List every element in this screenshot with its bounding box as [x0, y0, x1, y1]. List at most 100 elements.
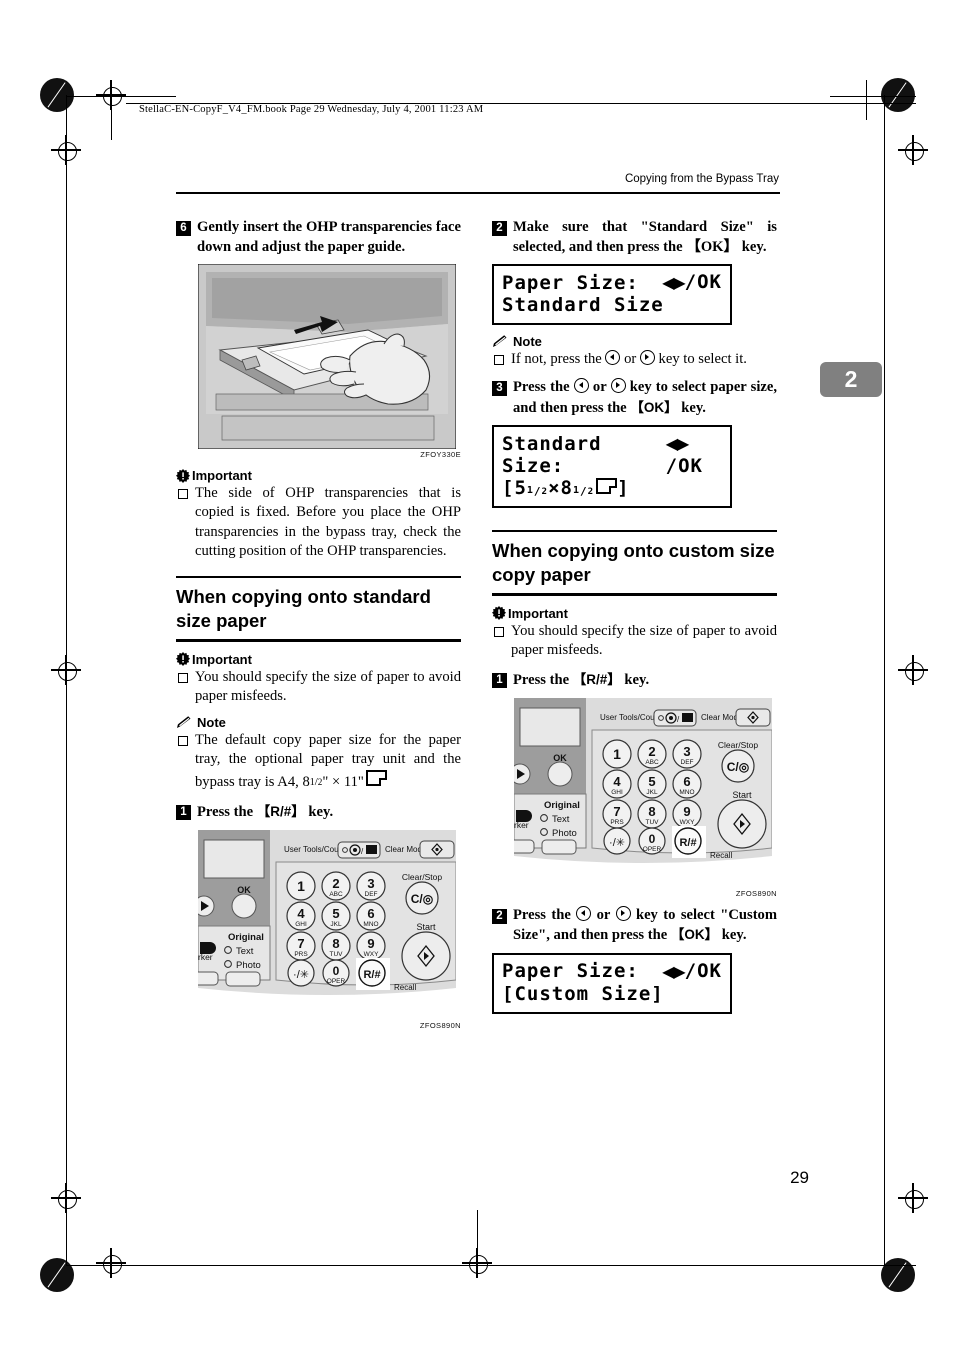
section-rule-bottom [176, 639, 461, 642]
important-label-row: Important [176, 468, 461, 483]
left-arrow-key-icon [573, 378, 589, 394]
lcd-paper-size-value: [5 1/2 ×8 1/2] [502, 477, 630, 500]
step-text: Press the or key to select "Custom Size"… [513, 905, 778, 944]
section-rule-top [492, 530, 777, 533]
chapter-tab: 2 [820, 362, 882, 397]
section-title: When copying onto standard size paper [176, 586, 431, 632]
svg-text:C/◎: C/◎ [411, 892, 434, 906]
figure-control-panel-left: OK Original Text Photo rker User Tools/C… [176, 829, 461, 1030]
svg-text:6: 6 [683, 774, 690, 789]
lcd-line-1: Paper Size: ◀▶/OK [502, 960, 722, 983]
svg-text:R/#: R/# [363, 969, 380, 981]
note-item: The default copy paper size for the pape… [176, 731, 461, 792]
fraction: 1/2 [526, 484, 549, 498]
svg-text:7: 7 [297, 936, 304, 951]
crop-target-right [898, 135, 928, 165]
svg-text:ABC: ABC [645, 759, 659, 766]
svg-text:5: 5 [648, 774, 655, 789]
figure-code: ZFOY330E [420, 450, 461, 459]
step-number: 3 [492, 381, 507, 397]
svg-text:GHI: GHI [295, 921, 307, 928]
svg-text:WXY: WXY [364, 951, 379, 958]
corner-dot-br [881, 1258, 915, 1292]
svg-text:Photo: Photo [552, 828, 577, 839]
book-info: StellaC-EN-CopyF_V4_FM.book Page 29 Wedn… [139, 104, 484, 115]
lcd-standard-size-value: Standard Size: ◀▶/OK [5 1/2 ×8 1/2] [492, 425, 732, 509]
rnum-key-label: 【R/#】 [572, 672, 621, 688]
landscape-paper-icon [596, 478, 618, 495]
svg-text:7: 7 [613, 804, 620, 819]
bullet-square-icon [178, 489, 188, 499]
figure-code: ZFOS890N [419, 1020, 461, 1030]
svg-text:4: 4 [613, 774, 621, 789]
left-arrow-key-icon [576, 905, 592, 921]
crop-line-top [66, 96, 176, 98]
svg-text:C/◎: C/◎ [727, 760, 750, 774]
running-header: Copying from the Bypass Tray [624, 173, 779, 185]
important-icon [176, 468, 190, 483]
svg-text:OK: OK [237, 885, 251, 895]
note-item: If not, press the or key to select it. [492, 350, 777, 369]
svg-text:Start: Start [732, 790, 752, 800]
section-custom-size: When copying onto custom size copy paper [492, 530, 777, 596]
crop-target-bl [96, 1248, 126, 1278]
svg-text:3: 3 [683, 744, 690, 759]
svg-text:Photo: Photo [236, 960, 261, 971]
bullet-square-icon [178, 672, 188, 683]
important-icon [176, 652, 190, 667]
step-number: 2 [492, 221, 507, 236]
svg-text:3: 3 [367, 876, 374, 891]
left-column: 6 Gently insert the OHP transparencies f… [176, 218, 461, 1032]
crop-target-midright [898, 655, 928, 685]
important-label: Important [192, 651, 252, 667]
lcd-hint: ◀▶/OK [662, 271, 722, 293]
pencil-icon [176, 716, 192, 729]
right-column: 2 Make sure that "Standard Size" is sele… [492, 218, 777, 1018]
lcd-label: Standard Size: [502, 432, 602, 477]
bullet-square-icon [494, 626, 504, 637]
svg-text:DEF: DEF [365, 891, 378, 898]
fraction: 1/2 [309, 776, 323, 789]
svg-text:Clear/Stop: Clear/Stop [402, 872, 442, 882]
svg-text:4: 4 [297, 906, 305, 921]
section-rule-top [176, 576, 461, 579]
svg-text:·/✳: ·/✳ [609, 837, 625, 849]
step-1-custom: 1 Press the 【R/#】 key. [492, 670, 777, 691]
important-item: You should specify the size of paper to … [492, 622, 777, 661]
step-number: 2 [492, 908, 507, 924]
svg-text:MNO: MNO [363, 921, 378, 928]
note-label-row: Note [176, 715, 461, 730]
svg-text:JKL: JKL [646, 789, 658, 796]
svg-text:TUV: TUV [330, 951, 344, 958]
svg-text:PRS: PRS [294, 951, 308, 958]
crop-line-left2 [66, 95, 68, 1265]
important-label: Important [508, 605, 568, 621]
lcd-hint: ◀▶/OK [665, 434, 703, 478]
note-label: Note [197, 715, 226, 731]
lcd-hint: ◀▶/OK [662, 959, 722, 982]
step-1-standard: 1 Press the 【R/#】 key. [176, 802, 461, 823]
important-icon [492, 606, 506, 621]
svg-text:MNO: MNO [679, 789, 694, 796]
svg-text:Recall: Recall [394, 983, 416, 992]
important-block-ohp: Important The side of OHP transparencies… [176, 468, 461, 561]
svg-text:WXY: WXY [680, 819, 695, 826]
svg-text:R/#: R/# [679, 837, 696, 849]
svg-text:8: 8 [648, 804, 655, 819]
lcd-label: Paper Size: [502, 960, 639, 983]
header-rule [176, 192, 780, 194]
step-6: 6 Gently insert the OHP transparencies f… [176, 218, 461, 257]
section-rule-bottom [492, 593, 777, 596]
step-2-custom: 2 Press the or key to select "Custom Siz… [492, 905, 778, 946]
important-item: You should specify the size of paper to … [176, 668, 461, 707]
step-number: 1 [176, 805, 191, 821]
svg-text:Text: Text [236, 946, 254, 957]
svg-text:·/✳: ·/✳ [293, 969, 309, 981]
step-text: Make sure that "Standard Size" is select… [513, 219, 777, 255]
right-arrow-key-icon [615, 905, 631, 921]
lcd-paper-size-custom: Paper Size: ◀▶/OK [Custom Size] [492, 952, 732, 1014]
step-number: 1 [492, 673, 507, 689]
svg-text:0: 0 [333, 964, 340, 978]
important-label-row: Important [492, 606, 777, 621]
section-standard-size: When copying onto standard size paper [176, 576, 461, 642]
